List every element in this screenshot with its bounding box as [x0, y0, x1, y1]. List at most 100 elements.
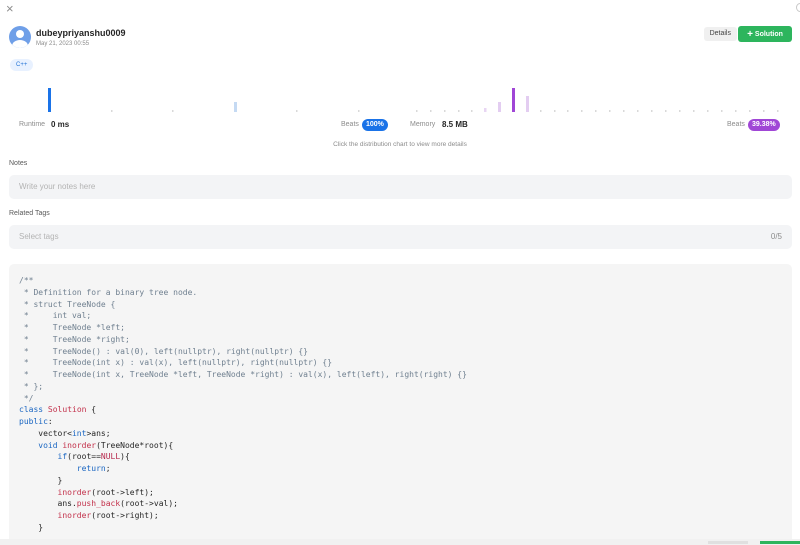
code-block[interactable]: /** * Definition for a binary tree node.… [9, 264, 792, 545]
code-line: * struct TreeNode { [19, 299, 792, 311]
memory-bar [777, 110, 779, 112]
distribution-chart[interactable] [0, 80, 800, 116]
memory-bar [609, 110, 611, 112]
memory-bar [637, 110, 639, 112]
memory-bar [665, 110, 667, 112]
code-token: vector< [19, 428, 72, 438]
solution-button[interactable]: + Solution [738, 26, 792, 42]
code-token: * }; [19, 381, 44, 391]
memory-bar [484, 108, 487, 112]
scrollbar-thumb-active[interactable] [760, 541, 800, 544]
code-token: NULL [100, 452, 121, 462]
details-button[interactable]: Details [703, 27, 737, 41]
solution-button-label: Solution [754, 31, 783, 38]
runtime-bar [358, 110, 360, 112]
memory-value: 8.5 MB [442, 120, 468, 129]
code-line: * }; [19, 381, 792, 393]
code-token: * struct TreeNode { [19, 299, 116, 309]
memory-bar [595, 110, 597, 112]
code-token: } [19, 475, 63, 485]
memory-bar [693, 110, 695, 112]
memory-bar-highlighted [512, 88, 515, 112]
code-token: (root->val); [120, 499, 178, 509]
runtime-beats-label: Beats [341, 121, 359, 128]
code-token: (TreeNode*root){ [96, 440, 174, 450]
memory-bar [749, 110, 751, 112]
plus-icon: + [747, 29, 753, 40]
edge-control-icon[interactable] [796, 3, 800, 12]
code-token: ){ [120, 452, 130, 462]
memory-bar [679, 110, 681, 112]
tags-count: 0/5 [770, 232, 782, 241]
memory-bar [651, 110, 653, 112]
code-token: */ [19, 393, 34, 403]
memory-bar [567, 110, 569, 112]
code-token: >ans; [86, 428, 111, 438]
code-line: /** [19, 275, 792, 287]
code-token: void [38, 440, 58, 450]
username[interactable]: dubeypriyanshu0009 [36, 28, 126, 38]
code-line: vector<int>ans; [19, 428, 792, 440]
code-token: } [19, 522, 44, 532]
memory-bar [721, 110, 723, 112]
code-token: * TreeNode(int x) : val(x), left(nullptr… [19, 358, 333, 368]
submission-header: dubeypriyanshu0009 May 21, 2023 00:55 De… [9, 26, 792, 52]
avatar[interactable] [9, 26, 31, 48]
chart-hint: Click the distribution chart to view mor… [333, 141, 467, 148]
code-token: { [86, 405, 97, 415]
code-line: * TreeNode *left; [19, 322, 792, 334]
code-line: * TreeNode() : val(0), left(nullptr), ri… [19, 346, 792, 358]
code-token: inorder [62, 440, 97, 450]
notes-label: Notes [9, 160, 28, 167]
memory-bar [458, 110, 460, 112]
code-token: Solution [47, 405, 87, 415]
runtime-beats-badge: 100% [362, 119, 388, 131]
code-token: * TreeNode *left; [19, 323, 125, 332]
runtime-bar [111, 110, 113, 112]
code-token: int [71, 428, 87, 438]
code-line: * int val; [19, 310, 792, 322]
notes-input[interactable]: Write your notes here [9, 175, 792, 199]
close-icon[interactable]: × [6, 2, 14, 16]
code-line: ans.push_back(root->val); [19, 498, 792, 510]
submission-timestamp: May 21, 2023 00:55 [36, 41, 90, 47]
code-token: ; [105, 464, 111, 473]
code-line: } [19, 522, 792, 534]
memory-bar [540, 110, 542, 112]
language-tag: C++ [10, 59, 34, 71]
code-line: public: [19, 416, 792, 428]
related-tags-label: Related Tags [9, 210, 50, 217]
memory-beats-badge: 39.38% [748, 119, 780, 131]
code-line: * TreeNode(int x) : val(x), left(nullptr… [19, 357, 792, 369]
code-token: * TreeNode() : val(0), left(nullptr), ri… [19, 346, 308, 356]
memory-bar [763, 110, 765, 112]
code-line: * TreeNode *right; [19, 334, 792, 346]
code-token: public [19, 417, 48, 426]
code-token: * TreeNode *right; [19, 334, 130, 344]
runtime-value: 0 ms [51, 120, 70, 129]
memory-bar [498, 102, 501, 112]
code-token: : [47, 417, 53, 426]
tags-select[interactable]: Select tags 0/5 [9, 225, 792, 249]
tags-select-placeholder: Select tags [19, 232, 59, 241]
code-line: if(root==NULL){ [19, 451, 792, 463]
code-token: (root->right); [91, 511, 159, 520]
code-line: class Solution { [19, 404, 792, 416]
horizontal-scrollbar[interactable] [0, 539, 800, 545]
code-token: * TreeNode(int x, TreeNode *left, TreeNo… [19, 370, 467, 379]
memory-bar [471, 110, 473, 112]
code-token: * Definition for a binary tree node. [19, 287, 198, 297]
code-token: class [19, 405, 44, 415]
memory-bar [444, 110, 446, 112]
runtime-distribution-bars [48, 88, 360, 112]
runtime-label: Runtime [19, 121, 46, 128]
scrollbar-thumb[interactable] [708, 541, 748, 544]
code-line: */ [19, 393, 792, 405]
runtime-bar [172, 110, 174, 112]
memory-bar [707, 110, 709, 112]
